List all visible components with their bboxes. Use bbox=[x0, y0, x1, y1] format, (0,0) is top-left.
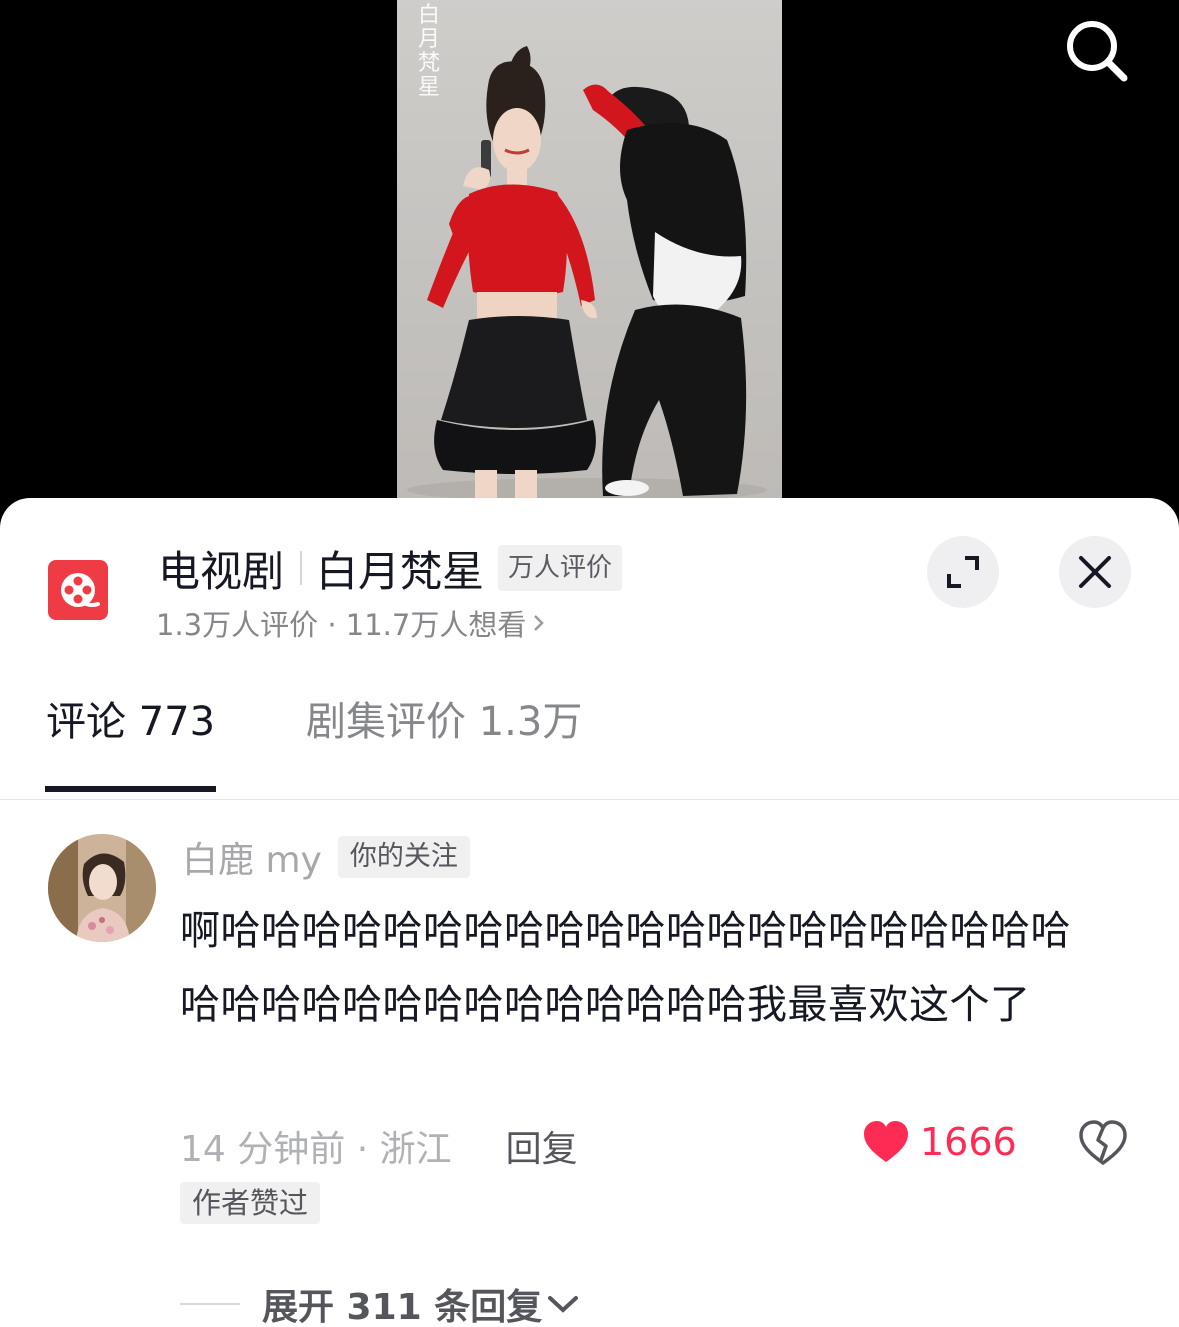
chevron-down-icon bbox=[548, 1296, 579, 1313]
show-stats: 1.3万人评价 · 11.7万人想看 bbox=[156, 608, 527, 642]
show-icon[interactable] bbox=[48, 560, 108, 620]
dislike-button[interactable] bbox=[1078, 1120, 1128, 1170]
show-category: 电视剧 bbox=[158, 546, 285, 596]
rating-badge: 万人评价 bbox=[498, 545, 623, 591]
close-button[interactable] bbox=[1059, 536, 1131, 608]
chevron-right-icon bbox=[534, 615, 545, 631]
expand-replies-label: 展开 311 条回复 bbox=[262, 1287, 543, 1327]
video-player[interactable]: 白月梵星 bbox=[0, 0, 1179, 520]
comment-sheet: 电视剧 白月梵星 万人评价 1.3万人评价 · 11.7万人想看 评论 773 … bbox=[0, 498, 1179, 1327]
username[interactable]: 白鹿 my bbox=[182, 831, 322, 883]
avatar-image bbox=[48, 834, 156, 942]
broken-heart-icon bbox=[1079, 1120, 1127, 1166]
reply-button[interactable]: 回复 bbox=[506, 1120, 578, 1172]
active-tab-indicator bbox=[45, 786, 216, 792]
following-badge: 你的关注 bbox=[337, 836, 470, 878]
divider bbox=[0, 799, 1179, 800]
comment-text[interactable]: 啊哈哈哈哈哈哈哈哈哈哈哈哈哈哈哈哈哈哈哈哈哈哈哈哈哈哈哈哈哈哈哈哈哈哈哈我最喜欢… bbox=[180, 894, 1100, 1042]
comment-author-row: 白鹿 my 你的关注 bbox=[182, 831, 470, 883]
show-stats-link[interactable]: 1.3万人评价 · 11.7万人想看 bbox=[156, 602, 546, 644]
expand-divider-line bbox=[180, 1303, 240, 1305]
title-divider bbox=[300, 551, 303, 585]
tab-comments[interactable]: 评论 773 bbox=[46, 690, 215, 754]
video-frame[interactable] bbox=[397, 0, 782, 498]
like-button[interactable]: 1666 bbox=[862, 1120, 1017, 1164]
avatar[interactable] bbox=[48, 834, 156, 942]
comment-time-location: 14 分钟前 · 浙江 bbox=[180, 1129, 452, 1170]
close-icon bbox=[1079, 556, 1111, 588]
show-name: 白月梵星 bbox=[316, 546, 485, 596]
search-icon bbox=[1067, 21, 1128, 82]
expand-icon bbox=[947, 556, 979, 588]
fullscreen-button[interactable] bbox=[927, 536, 999, 608]
author-liked-badge: 作者赞过 bbox=[180, 1182, 321, 1224]
heart-icon bbox=[864, 1121, 908, 1162]
show-title-row[interactable]: 电视剧 白月梵星 万人评价 bbox=[158, 540, 623, 596]
comment-tabs: 评论 773 剧集评价 1.3万 bbox=[0, 690, 1179, 800]
expand-replies-button[interactable]: 展开 311 条回复 bbox=[180, 1278, 580, 1327]
film-reel-icon bbox=[61, 573, 100, 607]
comment-meta-row: 14 分钟前 · 浙江 回复 bbox=[180, 1118, 578, 1174]
tab-episode-ratings[interactable]: 剧集评价 1.3万 bbox=[306, 690, 582, 754]
video-watermark: 白月梵星 bbox=[418, 3, 441, 100]
like-count: 1666 bbox=[920, 1120, 1017, 1164]
search-button[interactable] bbox=[1060, 14, 1132, 86]
video-illustration bbox=[407, 46, 767, 498]
